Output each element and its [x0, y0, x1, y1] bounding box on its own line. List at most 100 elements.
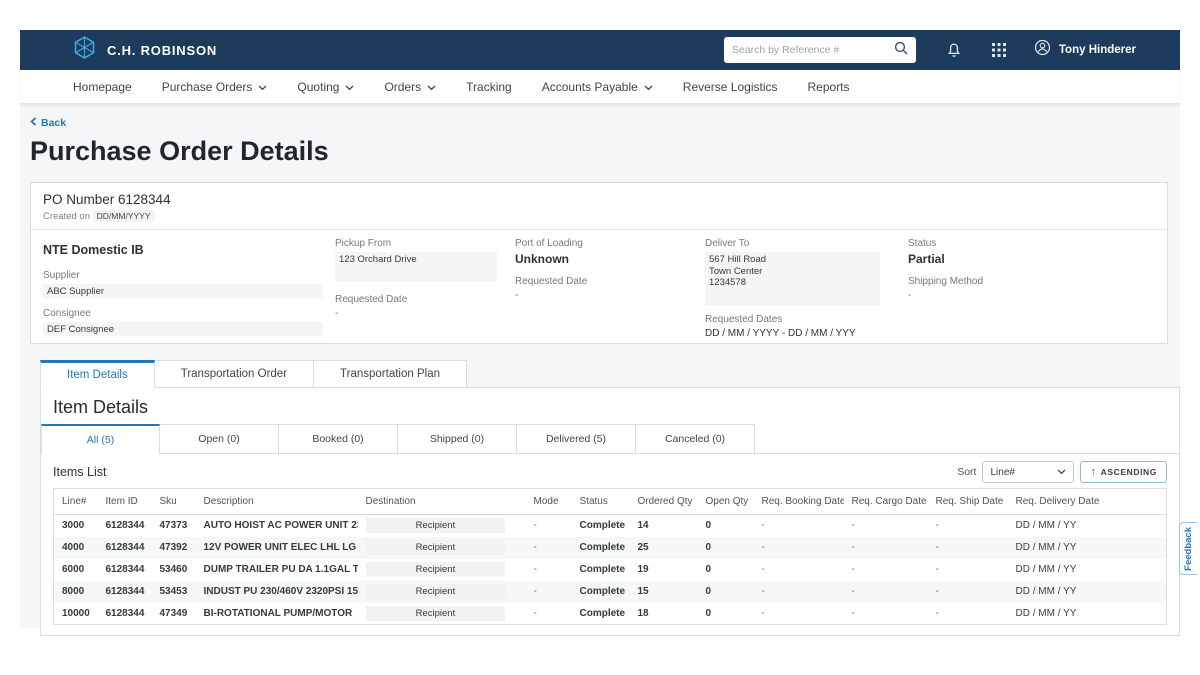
column-header-mode: Mode [526, 489, 572, 515]
cell-open-qty: 0 [698, 559, 754, 581]
consignee-label: Consignee [43, 308, 335, 319]
filter-tab-booked[interactable]: Booked (0) [279, 424, 398, 454]
app-grid-icon[interactable] [992, 43, 1006, 57]
chevron-down-icon [644, 80, 653, 94]
cell-description: 12V POWER UNIT ELEC LHL LG RES [196, 537, 358, 559]
sort-direction-button[interactable]: ↑ ASCENDING [1080, 461, 1167, 483]
cell-sku: 47373 [152, 515, 196, 537]
user-menu[interactable]: Tony Hinderer [1034, 39, 1136, 61]
table-row[interactable]: 3000 6128344 47373 AUTO HOIST AC POWER U… [54, 515, 1167, 537]
filter-tab-canceled[interactable]: Canceled (0) [636, 424, 755, 454]
back-link[interactable]: Back [30, 117, 66, 129]
port-requested-date-label: Requested Date [515, 276, 705, 287]
cell-status: Complete [572, 515, 630, 537]
nav-item-reports[interactable]: Reports [808, 80, 850, 94]
page-content: Back Purchase Order Details PO Number 61… [20, 104, 1180, 628]
tab-transportation-order[interactable]: Transportation Order [155, 360, 314, 388]
table-row[interactable]: 10000 6128344 47349 BI-ROTATIONAL PUMP/M… [54, 603, 1167, 625]
nav-item-purchase-orders[interactable]: Purchase Orders [162, 80, 268, 94]
cell-req-cargo-date: - [844, 603, 928, 625]
reference-search[interactable] [724, 37, 916, 63]
cell-req-booking-date: - [754, 581, 844, 603]
cell-req-ship-date: - [928, 581, 1008, 603]
nav-item-orders[interactable]: Orders [384, 80, 436, 94]
nav-item-homepage[interactable]: Homepage [73, 80, 132, 94]
consignee-value: DEF Consignee [43, 322, 323, 337]
cell-req-ship-date: - [928, 603, 1008, 625]
cell-description: INDUST PU 230/460V 2320PSI 15 [196, 581, 358, 603]
items-list-title: Items List [53, 465, 107, 479]
search-icon[interactable] [894, 41, 908, 60]
cell-ordered-qty: 15 [630, 581, 698, 603]
brand-logo[interactable]: C.H. ROBINSON [72, 35, 217, 65]
cell-open-qty: 0 [698, 515, 754, 537]
filter-tab-all[interactable]: All (5) [41, 424, 160, 454]
shipping-method-label: Shipping Method [908, 276, 1155, 287]
items-table: Line# Item ID Sku Description Destinatio… [53, 488, 1167, 625]
cell-line: 8000 [54, 581, 98, 603]
sort-label: Sort [957, 466, 976, 478]
table-row[interactable]: 8000 6128344 53453 INDUST PU 230/460V 23… [54, 581, 1167, 603]
table-row[interactable]: 6000 6128344 53460 DUMP TRAILER PU DA 1.… [54, 559, 1167, 581]
cell-sku: 53460 [152, 559, 196, 581]
cell-ordered-qty: 19 [630, 559, 698, 581]
feedback-button[interactable]: Feedback [1179, 522, 1197, 575]
status-label: Status [908, 238, 1155, 249]
cell-mode: - [526, 537, 572, 559]
tab-transportation-plan[interactable]: Transportation Plan [314, 360, 467, 388]
nav-item-accounts-payable[interactable]: Accounts Payable [542, 80, 653, 94]
column-header-open-qty: Open Qty [698, 489, 754, 515]
cell-req-delivery-date: DD / MM / YY [1008, 559, 1167, 581]
filter-tab-shipped[interactable]: Shipped (0) [398, 424, 517, 454]
filter-tab-open[interactable]: Open (0) [160, 424, 279, 454]
ascending-arrow-icon: ↑ [1090, 467, 1096, 478]
table-header-row: Line# Item ID Sku Description Destinatio… [54, 489, 1167, 515]
tab-item-details[interactable]: Item Details [40, 360, 155, 388]
search-input[interactable] [732, 44, 894, 56]
select-chevron-icon [1057, 467, 1066, 478]
cell-req-delivery-date: DD / MM / YY [1008, 603, 1167, 625]
created-on-value: DD/MM/YYYY [93, 210, 155, 222]
column-header-destination: Destination [358, 489, 526, 515]
cell-sku: 53453 [152, 581, 196, 603]
nav-item-tracking[interactable]: Tracking [466, 80, 512, 94]
cell-sku: 47349 [152, 603, 196, 625]
shipping-method-value: - [908, 290, 1155, 301]
cell-item-id: 6128344 [98, 559, 152, 581]
cell-req-delivery-date: DD / MM / YY [1008, 515, 1167, 537]
requested-dates-label: Requested Dates [705, 314, 908, 325]
nav-item-quoting[interactable]: Quoting [297, 80, 354, 94]
cell-line: 4000 [54, 537, 98, 559]
cell-mode: - [526, 581, 572, 603]
supplier-label: Supplier [43, 270, 335, 281]
filter-tab-delivered[interactable]: Delivered (5) [517, 424, 636, 454]
sort-select[interactable]: Line# [982, 461, 1074, 483]
detail-tabs-card: Item Details Transportation Order Transp… [40, 360, 1180, 636]
cell-open-qty: 0 [698, 581, 754, 603]
table-row[interactable]: 4000 6128344 47392 12V POWER UNIT ELEC L… [54, 537, 1167, 559]
cell-item-id: 6128344 [98, 603, 152, 625]
order-type: NTE Domestic IB [43, 243, 335, 257]
cell-status: Complete [572, 537, 630, 559]
cell-req-delivery-date: DD / MM / YY [1008, 581, 1167, 603]
cell-req-cargo-date: - [844, 537, 928, 559]
nav-item-reverse-logistics[interactable]: Reverse Logistics [683, 80, 778, 94]
pickup-requested-date-label: Requested Date [335, 294, 515, 305]
back-chevron-icon [30, 117, 37, 129]
requested-dates-value: DD / MM / YYYY - DD / MM / YYY [705, 328, 908, 339]
port-of-loading-value: Unknown [515, 252, 705, 266]
cell-destination: Recipient [358, 559, 526, 581]
cell-destination: Recipient [358, 515, 526, 537]
column-header-status: Status [572, 489, 630, 515]
detail-tabs: Item Details Transportation Order Transp… [40, 360, 1180, 388]
cell-status: Complete [572, 559, 630, 581]
cell-req-booking-date: - [754, 603, 844, 625]
cell-req-delivery-date: DD / MM / YY [1008, 537, 1167, 559]
cell-item-id: 6128344 [98, 537, 152, 559]
pickup-requested-date-value: - [335, 308, 515, 319]
column-header-req-booking-date: Req. Booking Date [754, 489, 844, 515]
cell-sku: 47392 [152, 537, 196, 559]
cell-description: AUTO HOIST AC POWER UNIT 230V [196, 515, 358, 537]
page-title: Purchase Order Details [30, 136, 329, 167]
notifications-bell-icon[interactable] [946, 42, 962, 59]
